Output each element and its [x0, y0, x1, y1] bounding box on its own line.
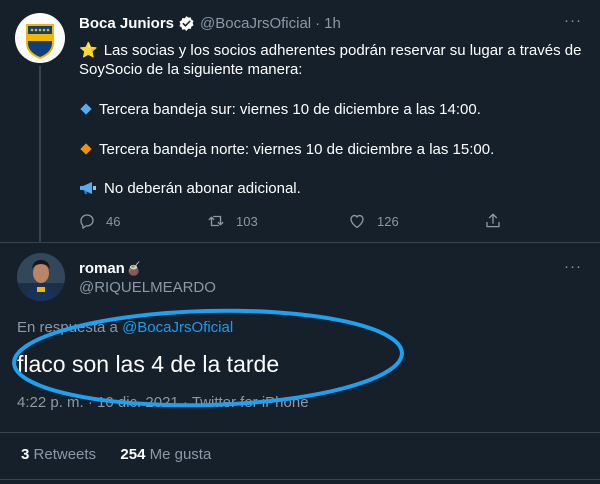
- tweet-line-intro2: SoySocio de la siguiente manera:: [79, 61, 303, 78]
- tweet-header: Boca Juniors @BocaJrsOficial · 1h: [79, 15, 341, 32]
- stats-divider-bottom: [0, 479, 600, 480]
- roman-avatar[interactable]: [17, 253, 65, 301]
- like-button[interactable]: 126: [347, 211, 399, 231]
- profile-photo: [17, 253, 65, 301]
- stats-divider-top: [0, 432, 600, 433]
- reply-prefix: En respuesta a: [17, 319, 118, 336]
- more-options-icon[interactable]: ···: [563, 13, 583, 28]
- like-count: 126: [377, 213, 399, 229]
- reply-icon: [80, 214, 94, 229]
- retweet-count: 103: [236, 213, 258, 229]
- norte-text: Tercera bandeja norte: viernes 10 de dic…: [99, 141, 495, 158]
- author-handle[interactable]: @BocaJrsOficial: [200, 15, 311, 32]
- heart-icon: [350, 214, 364, 229]
- retweet-icon: [208, 215, 224, 227]
- verified-badge-icon: [178, 15, 195, 32]
- tweet-text: flaco son las 4 de la tarde: [17, 351, 280, 377]
- share-button[interactable]: [484, 211, 512, 231]
- share-icon: [486, 213, 500, 228]
- boca-crest-logo: [26, 24, 54, 60]
- star-icon: ⭐: [79, 42, 98, 59]
- likes-stat[interactable]: 254 Me gusta: [120, 446, 211, 463]
- tweet-time[interactable]: 1h: [324, 15, 341, 32]
- intro-text-1: Las socias y los socios adherentes podrá…: [103, 42, 582, 59]
- reply-author-handle[interactable]: @RIQUELMEARDO: [79, 279, 216, 296]
- author-name: roman: [79, 260, 125, 277]
- orange-diamond-icon: [80, 143, 92, 155]
- blue-diamond-icon: [80, 103, 92, 115]
- tweet-timestamp[interactable]: 4:22 p. m. · 10 dic. 2021 · Twitter for …: [17, 394, 309, 411]
- separator-dot: ·: [315, 15, 321, 32]
- reply-handle-link[interactable]: @BocaJrsOficial: [122, 319, 233, 336]
- more-options-icon[interactable]: ···: [563, 258, 583, 275]
- mate-emoji: 🧉: [125, 260, 143, 276]
- tweet-divider: [0, 242, 600, 243]
- nota-text: No deberán abonar adicional.: [104, 180, 301, 197]
- tweet-line-nota: No deberán abonar adicional.: [79, 180, 301, 199]
- boca-juniors-avatar[interactable]: [15, 13, 65, 63]
- retweet-button[interactable]: 103: [206, 211, 258, 231]
- tweet-line-sur: Tercera bandeja sur: viernes 10 de dicie…: [79, 101, 481, 118]
- megaphone-icon: [79, 181, 97, 199]
- reply-author-name[interactable]: roman 🧉: [79, 260, 142, 277]
- engagement-counts: 3 Retweets 254 Me gusta: [21, 446, 211, 463]
- thread-connector-line: [39, 66, 41, 242]
- tweet-line-norte: Tercera bandeja norte: viernes 10 de dic…: [79, 141, 494, 158]
- retweets-stat[interactable]: 3 Retweets: [21, 446, 96, 463]
- tweet-line-intro1: ⭐ Las socias y los socios adherentes podr…: [79, 41, 581, 59]
- reply-count: 46: [106, 213, 121, 229]
- replying-to-line: En respuesta a @BocaJrsOficial: [17, 319, 233, 336]
- reply-button[interactable]: 46: [78, 211, 120, 231]
- sur-text: Tercera bandeja sur: viernes 10 de dicie…: [99, 101, 481, 118]
- author-name[interactable]: Boca Juniors: [79, 15, 174, 32]
